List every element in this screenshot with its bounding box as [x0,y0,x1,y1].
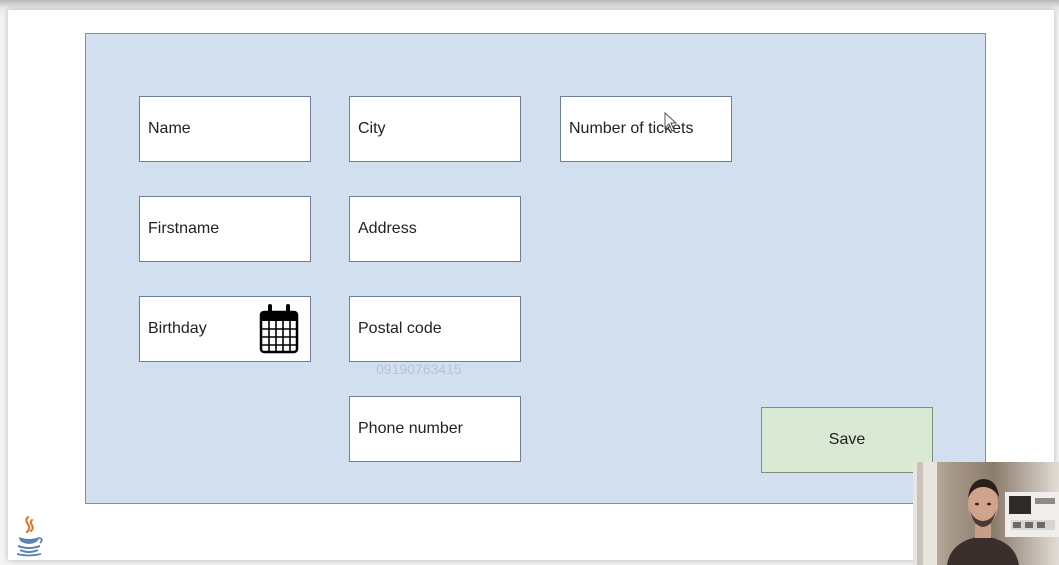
ghost-phone-text: 09190763415 [376,361,462,377]
calendar-icon[interactable] [259,302,299,354]
city-field[interactable]: City [349,96,521,162]
save-button-label: Save [828,431,866,448]
firstname-field[interactable]: Firstname [139,196,311,262]
java-coffee-cup-icon [16,516,43,557]
birthday-field-label: Birthday [148,320,207,337]
name-field-label: Name [148,120,191,137]
address-field-label: Address [358,220,417,237]
postal-code-field-label: Postal code [358,320,442,337]
phone-number-field-label: Phone number [358,420,463,437]
address-field[interactable]: Address [349,196,521,262]
number-of-tickets-field[interactable]: Number of tickets [560,96,732,162]
firstname-field-label: Firstname [148,220,220,237]
presenter-video-image [913,462,1059,565]
mouse-pointer-icon [664,112,678,132]
city-field-label: City [358,120,386,137]
name-field[interactable]: Name [139,96,311,162]
webcam-overlay [913,462,1059,565]
save-button[interactable]: Save [761,407,933,473]
postal-code-field[interactable]: Postal code [349,296,521,362]
phone-number-field[interactable]: Phone number [349,396,521,462]
